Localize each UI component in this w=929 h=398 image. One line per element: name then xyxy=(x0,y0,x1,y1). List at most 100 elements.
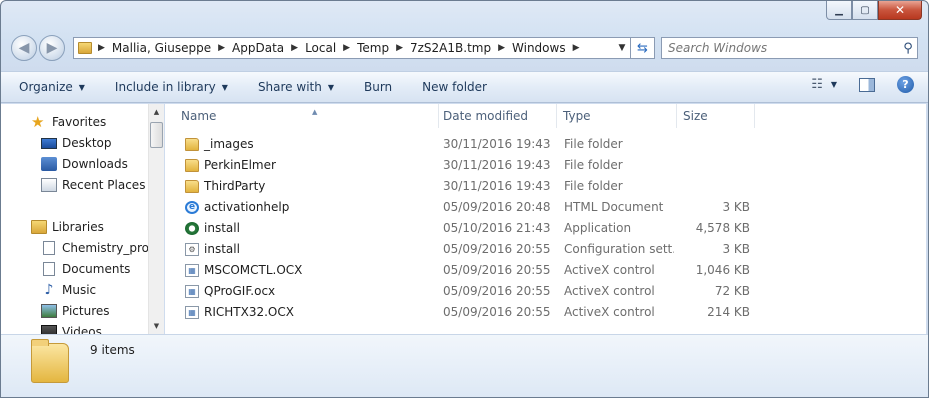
chevron-right-icon[interactable]: ▶ xyxy=(218,43,225,53)
breadcrumb-item-appdata[interactable]: AppData xyxy=(232,41,284,55)
preview-pane-icon[interactable] xyxy=(859,77,875,92)
include-in-library-label: Include in library xyxy=(114,80,216,94)
scroll-up-arrow-icon[interactable]: ▲ xyxy=(149,104,164,120)
nav-label: Pictures xyxy=(62,304,110,318)
file-size: 3 KB xyxy=(722,200,750,214)
desktop-icon xyxy=(41,137,57,149)
pictures-icon xyxy=(41,304,57,318)
chevron-right-icon[interactable]: ▶ xyxy=(291,43,298,53)
file-name-cell: ▦ MSCOMCTL.OCX xyxy=(185,260,435,281)
column-header-name[interactable]: ▲ Name xyxy=(175,104,439,128)
library-icon xyxy=(43,241,55,255)
file-row[interactable]: ▦ QProGIF.ocx 05/09/2016 20:55 ActiveX c… xyxy=(165,281,926,302)
maximize-button[interactable]: ▢ xyxy=(852,1,878,20)
nav-item-libraries[interactable]: Libraries xyxy=(31,217,104,237)
breadcrumb-item-user[interactable]: Mallia, Giuseppe xyxy=(112,41,211,55)
share-with-button[interactable]: Share with ▼ xyxy=(258,80,334,94)
nav-item-videos[interactable]: Videos xyxy=(41,322,102,334)
file-type: ActiveX control xyxy=(564,305,655,319)
sort-ascending-icon: ▲ xyxy=(312,108,318,116)
refresh-button[interactable]: ⇆ xyxy=(631,37,655,59)
file-date: 05/09/2016 20:55 xyxy=(443,242,551,256)
address-dropdown-icon[interactable]: ▼ xyxy=(614,43,630,53)
breadcrumb-item-local[interactable]: Local xyxy=(305,41,336,55)
file-row[interactable]: ▦ RICHTX32.OCX 05/09/2016 20:55 ActiveX … xyxy=(165,302,926,323)
file-row[interactable]: ▦ MSCOMCTL.OCX 05/09/2016 20:55 ActiveX … xyxy=(165,260,926,281)
file-name: install xyxy=(204,242,240,256)
file-row[interactable]: install 05/10/2016 21:43 Application 4,5… xyxy=(165,218,926,239)
nav-label: Documents xyxy=(62,262,131,276)
forward-arrow-icon: ▶ xyxy=(46,40,58,56)
documents-icon xyxy=(43,262,55,276)
file-name: MSCOMCTL.OCX xyxy=(204,263,303,277)
help-icon[interactable]: ? xyxy=(897,76,914,93)
file-size xyxy=(675,155,750,176)
file-row[interactable]: e activationhelp 05/09/2016 20:48 HTML D… xyxy=(165,197,926,218)
folder-icon xyxy=(185,138,199,151)
search-icon[interactable]: ⚲ xyxy=(899,41,917,56)
column-header-date[interactable]: Date modified xyxy=(437,104,557,128)
address-bar[interactable]: ▶ Mallia, Giuseppe ▶ AppData ▶ Local ▶ T… xyxy=(73,37,631,59)
organize-button[interactable]: Organize ▼ xyxy=(19,80,85,94)
file-date: 05/09/2016 20:55 xyxy=(443,263,551,277)
column-header-type[interactable]: Type xyxy=(557,104,677,128)
file-row[interactable]: ThirdParty 30/11/2016 19:43 File folder xyxy=(165,176,926,197)
nav-item-desktop[interactable]: Desktop xyxy=(41,133,112,153)
file-row[interactable]: PerkinElmer 30/11/2016 19:43 File folder xyxy=(165,155,926,176)
file-date: 05/09/2016 20:48 xyxy=(443,200,551,214)
nav-item-recent-places[interactable]: Recent Places xyxy=(41,175,145,195)
file-date: 05/10/2016 21:43 xyxy=(443,221,551,235)
activex-icon: ▦ xyxy=(185,264,199,277)
refresh-icon: ⇆ xyxy=(637,40,648,56)
new-folder-button[interactable]: New folder xyxy=(422,80,487,94)
music-icon: ♪ xyxy=(44,282,54,298)
file-type: Application xyxy=(564,221,632,235)
column-label: Size xyxy=(683,109,708,123)
breadcrumb-item-temp[interactable]: Temp xyxy=(357,41,389,55)
scrollbar-thumb[interactable] xyxy=(150,122,163,148)
file-name-cell: ThirdParty xyxy=(185,176,435,197)
file-date: 05/09/2016 20:55 xyxy=(443,284,551,298)
file-row[interactable]: _images 30/11/2016 19:43 File folder xyxy=(165,134,926,155)
chevron-right-icon[interactable]: ▶ xyxy=(343,43,350,53)
file-name: activationhelp xyxy=(204,200,290,214)
file-type: HTML Document xyxy=(564,200,664,214)
chevron-right-icon[interactable]: ▶ xyxy=(573,43,580,53)
chevron-right-icon[interactable]: ▶ xyxy=(396,43,403,53)
chevron-down-icon: ▼ xyxy=(221,82,228,92)
chevron-right-icon[interactable]: ▶ xyxy=(498,43,505,53)
nav-item-favorites[interactable]: ★ Favorites xyxy=(31,112,106,132)
scroll-down-arrow-icon[interactable]: ▼ xyxy=(149,318,164,334)
include-in-library-button[interactable]: Include in library ▼ xyxy=(115,80,228,94)
file-name: QProGIF.ocx xyxy=(204,284,276,298)
column-header-size[interactable]: Size xyxy=(677,104,755,128)
config-file-icon: ⚙ xyxy=(185,243,199,256)
chevron-down-icon[interactable]: ▼ xyxy=(831,80,837,89)
activex-icon: ▦ xyxy=(185,285,199,298)
breadcrumb-item-tmp[interactable]: 7zS2A1B.tmp xyxy=(410,41,491,55)
navigation-pane: ★ Favorites Desktop Downloads Recent Pla… xyxy=(1,104,164,334)
nav-item-chemistry[interactable]: Chemistry_prog xyxy=(41,238,157,258)
file-row[interactable]: ⚙ install 05/09/2016 20:55 Configuration… xyxy=(165,239,926,260)
navigation-scrollbar[interactable]: ▲ ▼ xyxy=(148,104,164,334)
burn-button[interactable]: Burn xyxy=(364,80,392,94)
search-input[interactable] xyxy=(668,41,899,55)
minimize-button[interactable]: ▁ xyxy=(826,1,852,20)
file-type: ActiveX control xyxy=(564,263,655,277)
file-name: RICHTX32.OCX xyxy=(204,305,294,319)
nav-item-music[interactable]: ♪ Music xyxy=(41,280,97,300)
nav-item-pictures[interactable]: Pictures xyxy=(41,301,110,321)
breadcrumb-item-windows[interactable]: Windows xyxy=(512,41,566,55)
application-icon xyxy=(185,222,199,235)
change-view-icon[interactable]: ☷ xyxy=(811,77,823,92)
search-box: ⚲ xyxy=(661,37,918,59)
forward-button[interactable]: ▶ xyxy=(39,35,65,61)
back-button[interactable]: ◀ xyxy=(11,35,37,61)
folder-icon xyxy=(185,159,199,172)
nav-item-documents[interactable]: Documents xyxy=(41,259,130,279)
close-button[interactable]: ✕ xyxy=(878,1,922,20)
column-label: Name xyxy=(181,109,217,123)
chevron-right-icon: ▶ xyxy=(98,43,105,53)
nav-label: Libraries xyxy=(52,220,104,234)
nav-item-downloads[interactable]: Downloads xyxy=(41,154,128,174)
